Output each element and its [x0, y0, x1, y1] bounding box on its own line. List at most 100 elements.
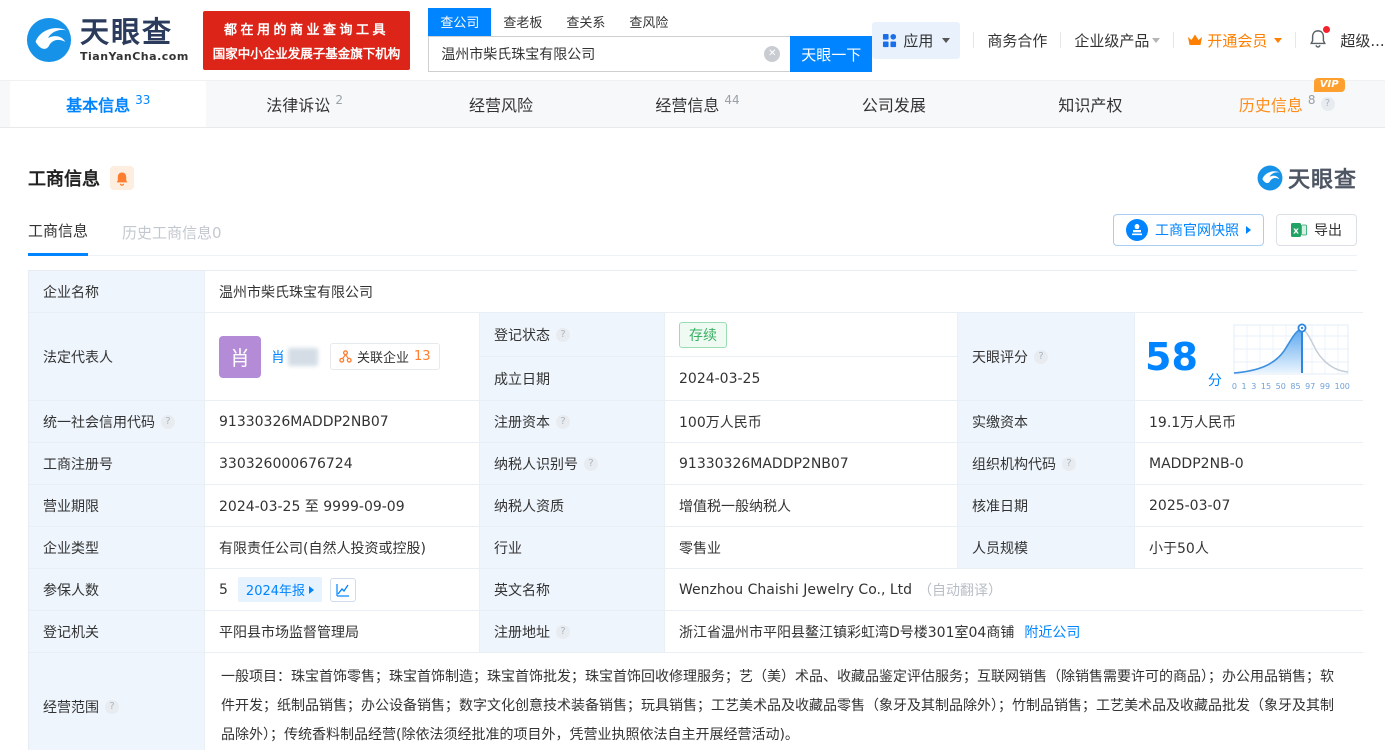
reg-number-label: 工商注册号: [29, 443, 205, 485]
annual-report-label: 2024年报: [245, 584, 306, 599]
help-icon[interactable]: ?: [584, 456, 598, 471]
divider: [1060, 32, 1062, 48]
tab-legal-proceedings[interactable]: 法律诉讼 2: [206, 81, 402, 127]
company-nav-tabs: 基本信息 33 法律诉讼 2 经营风险 经营信息 44 公司发展 知识产权 历史…: [0, 78, 1385, 128]
score-unit: 分: [1207, 373, 1222, 389]
auto-translate-note: （自动翻译）: [918, 582, 1003, 599]
taxpayer-quality-value: 增值税一般纳税人: [665, 485, 958, 527]
monitor-bell-button[interactable]: [110, 166, 134, 190]
legal-rep-cell: 肖 肖 关联企业 13: [205, 313, 480, 401]
company-name-label: 企业名称: [29, 271, 205, 313]
industry-label: 行业: [480, 527, 665, 569]
nearby-companies-link[interactable]: 附近公司: [1024, 622, 1080, 642]
chevron-down-icon: [1152, 37, 1161, 43]
nav-enterprise-label: 企业级产品: [1074, 31, 1150, 50]
tab-label: 经营风险: [469, 96, 534, 115]
help-icon[interactable]: ?: [556, 624, 570, 639]
address-cell: 浙江省温州市平阳县鳌江镇彩虹湾D号楼301室04商铺 附近公司: [665, 611, 1363, 653]
help-icon[interactable]: ?: [161, 414, 175, 429]
tab-business-risk[interactable]: 经营风险: [403, 81, 599, 127]
english-name-cell: Wenzhou Chaishi Jewelry Co., Ltd （自动翻译）: [665, 569, 1363, 611]
reg-number-value: 330326000676724: [205, 443, 480, 485]
nav-business-cooperation[interactable]: 商务合作: [987, 30, 1047, 51]
address-value: 浙江省温州市平阳县鳌江镇彩虹湾D号楼301室04商铺: [679, 624, 1015, 641]
help-icon[interactable]: ?: [1320, 97, 1335, 111]
export-button[interactable]: x 导出: [1276, 214, 1357, 246]
export-excel-icon: x: [1291, 223, 1307, 237]
nav-enterprise-products[interactable]: 企业级产品: [1074, 30, 1161, 51]
taxpayer-id-label-cell: 纳税人识别号?: [480, 443, 665, 485]
address-label-cell: 注册地址?: [480, 611, 665, 653]
official-snapshot-button[interactable]: 工商官网快照: [1113, 214, 1264, 246]
tianyancha-logo[interactable]: 天眼查 TianYanCha.com: [26, 17, 189, 63]
reg-status-cell: 存续: [665, 313, 958, 357]
subtab-history-business-info[interactable]: 历史工商信息0: [122, 222, 222, 255]
avatar[interactable]: 肖: [219, 335, 261, 378]
search-tab-boss[interactable]: 查老板: [491, 8, 554, 36]
org-code-label-cell: 组织机构代码?: [958, 443, 1135, 485]
tab-count: 2: [335, 93, 343, 107]
reg-status-label-cell: 登记状态 ?: [480, 313, 665, 357]
table-row: 企业类型 有限责任公司(自然人投资或控股) 行业 零售业 人员规模 小于50人: [29, 527, 1363, 569]
tab-history-info[interactable]: 历史信息 8 ? VIP: [1189, 78, 1385, 127]
help-icon[interactable]: ?: [105, 699, 119, 714]
search-button[interactable]: 天眼一下: [790, 36, 873, 72]
related-companies-badge[interactable]: 关联企业 13: [330, 343, 440, 370]
paid-capital-value: 19.1万人民币: [1135, 401, 1363, 443]
score-label-cell: 天眼评分 ?: [958, 313, 1135, 401]
score-cell[interactable]: 58 分 0 1 3 15 50 85 97 99 100: [1135, 313, 1363, 401]
legal-rep-name[interactable]: 肖: [271, 347, 285, 367]
search-tab-label: 查风险: [629, 16, 669, 31]
table-row: 参保人数 5 2024年报 英文名称 Wenzhou Chaishi Jewel…: [29, 569, 1363, 611]
help-icon[interactable]: ?: [1062, 456, 1076, 471]
trend-chart-button[interactable]: [330, 577, 357, 602]
search-area: 查公司 查老板 查关系 查风险 ✕ 天眼一下: [428, 8, 873, 72]
search-tab-company[interactable]: 查公司: [428, 8, 492, 36]
chevron-down-icon: [942, 37, 951, 43]
help-icon[interactable]: ?: [556, 327, 570, 342]
help-icon[interactable]: ?: [556, 414, 570, 429]
chevron-down-icon: [1274, 37, 1283, 43]
tab-business-info[interactable]: 经营信息 44: [599, 81, 795, 127]
tab-label: 基本信息: [66, 96, 131, 115]
table-row: 统一社会信用代码? 91330326MADDP2NB07 注册资本? 100万人…: [29, 401, 1363, 443]
est-date-label: 成立日期: [480, 357, 665, 401]
related-company-icon: [339, 350, 352, 363]
notifications-button[interactable]: [1309, 25, 1331, 52]
address-label: 注册地址: [494, 624, 550, 641]
arrow-right-icon: [309, 585, 315, 594]
stamp-icon: [1126, 219, 1148, 241]
table-row: 登记机关 平阳县市场监督管理局 注册地址? 浙江省温州市平阳县鳌江镇彩虹湾D号楼…: [29, 611, 1363, 653]
reg-capital-value: 100万人民币: [665, 401, 958, 443]
credit-code-label: 统一社会信用代码: [43, 414, 155, 431]
tab-basic-info[interactable]: 基本信息 33: [10, 81, 207, 127]
tab-count: 33: [135, 93, 151, 107]
apps-menu[interactable]: 应用: [872, 21, 961, 59]
approval-date-label: 核准日期: [958, 485, 1135, 527]
vip-badge: VIP: [1313, 78, 1345, 92]
company-type-label: 企业类型: [29, 527, 205, 569]
nav-open-vip[interactable]: 开通会员: [1187, 30, 1283, 51]
watermark-logo-icon: [1257, 165, 1283, 191]
company-type-value: 有限责任公司(自然人投资或控股): [205, 527, 480, 569]
legal-rep-label: 法定代表人: [29, 313, 205, 401]
tab-intellectual-property[interactable]: 知识产权: [992, 81, 1188, 127]
search-tab-risk[interactable]: 查风险: [617, 8, 680, 36]
subtab-business-info[interactable]: 工商信息: [28, 220, 89, 256]
bell-badge-icon: [116, 172, 128, 186]
score-chart: 0 1 3 15 50 85 97 99 100: [1232, 323, 1350, 391]
promo-banner: 都在用的商业查询工具 国家中小企业发展子基金旗下机构: [202, 10, 411, 70]
nav-super-vip[interactable]: 超级...: [1340, 30, 1385, 51]
top-nav: 应用 商务合作 企业级产品 开通会员 超级...: [872, 21, 1385, 59]
annual-report-badge[interactable]: 2024年报: [237, 577, 323, 602]
logo-title: 天眼查: [80, 14, 174, 49]
tab-company-development[interactable]: 公司发展: [796, 81, 992, 127]
business-scope-value: 一般项目：珠宝首饰零售；珠宝首饰制造；珠宝首饰批发；珠宝首饰回收修理服务；艺（美…: [205, 653, 1363, 750]
staff-size-value: 小于50人: [1135, 527, 1363, 569]
reg-status-label: 登记状态: [494, 327, 550, 344]
search-input[interactable]: [429, 46, 791, 62]
help-icon[interactable]: ?: [1034, 349, 1048, 364]
industry-value: 零售业: [665, 527, 958, 569]
search-tab-relation[interactable]: 查关系: [554, 8, 617, 36]
snapshot-button-label: 工商官网快照: [1155, 223, 1239, 239]
